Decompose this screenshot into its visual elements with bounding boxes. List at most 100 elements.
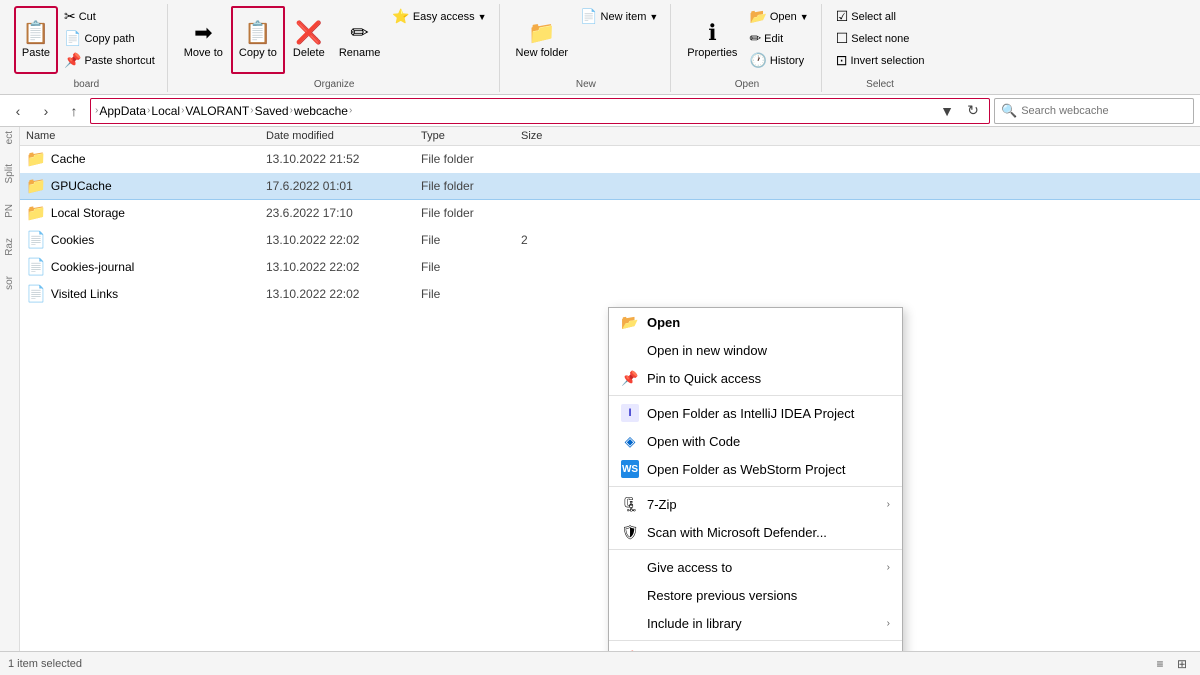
ctx-include-library[interactable]: Include in library › [609,609,902,637]
address-bar-area: ‹ › ↑ › AppData › Local › VALORANT › Sav… [0,95,1200,127]
new-folder-button[interactable]: 📁 New folder [510,6,575,74]
easy-access-button[interactable]: ⭐ Easy access ▼ [388,6,490,27]
address-part-local: Local [151,104,180,118]
ribbon: 📋 Paste ✂ Cut 📄 Copy path 📌 Paste shortc… [0,0,1200,95]
ctx-pin-icon: 📌 [621,369,639,387]
file-icon: 📄 [26,284,46,304]
paste-button[interactable]: 📋 Paste [14,6,58,74]
file-row-gpucache[interactable]: 📁 GPUCache 17.6.2022 01:01 File folder [20,173,1200,200]
folder-icon: 📁 [26,203,46,223]
file-row-visited-links[interactable]: 📄 Visited Links 13.10.2022 22:02 File [20,281,1200,308]
copy-path-icon: 📄 [64,30,81,47]
new-group: 📁 New folder 📄 New item ▼ New [502,4,672,92]
address-part-webcache: webcache [294,104,348,118]
new-item-button[interactable]: 📄 New item ▼ [576,6,662,27]
copy-path-button[interactable]: 📄 Copy path [60,28,159,49]
search-input[interactable] [1021,105,1187,117]
file-icon: 📄 [26,230,46,250]
file-icon: 📄 [26,257,46,277]
large-icons-view-button[interactable]: ⊞ [1172,654,1192,674]
copy-to-icon: 📋 [244,22,271,44]
ctx-intellij-icon: I [621,404,639,422]
address-part-valorant: VALORANT [185,104,249,118]
ctx-webstorm[interactable]: WS Open Folder as WebStorm Project [609,455,902,483]
history-button[interactable]: 🕐 History [745,50,812,71]
col-header-type[interactable]: Type [421,130,521,142]
sidebar-label-sor: sor [4,276,15,290]
organize-label: Organize [170,79,499,90]
invert-selection-button[interactable]: ⊡ Invert selection [832,50,929,71]
ctx-pin-start[interactable]: 📌 Pin to Start [609,644,902,651]
select-all-button[interactable]: ☑ Select all [832,6,929,27]
sidebar-label-ect: ect [4,131,15,144]
ctx-give-access-icon [621,558,639,576]
edit-icon: ✏ [749,30,761,47]
ctx-open[interactable]: 📂 Open [609,308,902,336]
col-header-name[interactable]: Name [26,130,266,142]
sidebar-label-raz: Raz [4,238,15,256]
address-bar[interactable]: › AppData › Local › VALORANT › Saved › w… [90,98,990,124]
new-label: New [502,79,671,90]
col-header-date[interactable]: Date modified [266,130,421,142]
copy-to-button[interactable]: 📋 Copy to [231,6,285,74]
properties-button[interactable]: ℹ Properties [681,6,743,74]
ctx-pin-start-icon: 📌 [621,649,639,651]
open-label: Open [673,79,820,90]
ctx-webstorm-icon: WS [621,460,639,478]
delete-button[interactable]: ❌ Delete [287,6,331,74]
ctx-7zip-arrow: › [887,499,890,510]
properties-icon: ℹ [708,22,716,44]
address-parts: › AppData › Local › VALORANT › Saved › w… [95,104,933,118]
cut-button[interactable]: ✂ Cut [60,6,159,27]
address-refresh-button[interactable]: ↻ [961,99,985,123]
ctx-7zip[interactable]: 🗜 7-Zip › [609,490,902,518]
address-chevron: › [95,105,98,116]
select-none-button[interactable]: ☐ Select none [832,28,929,49]
ctx-sep-4 [609,640,902,641]
ctx-intellij[interactable]: I Open Folder as IntelliJ IDEA Project [609,399,902,427]
ctx-sep-2 [609,486,902,487]
nav-up-button[interactable]: ↑ [62,99,86,123]
sidebar-label-split: Split [4,164,15,183]
address-part-appdata: AppData [99,104,146,118]
new-folder-icon: 📁 [528,22,555,44]
folder-icon: 📁 [26,176,46,196]
sidebar: ect Split PN Raz sor [0,127,20,651]
clipboard-group: 📋 Paste ✂ Cut 📄 Copy path 📌 Paste shortc… [6,4,168,92]
file-row-cookies-journal[interactable]: 📄 Cookies-journal 13.10.2022 22:02 File [20,254,1200,281]
search-icon: 🔍 [1001,103,1017,119]
ctx-give-access-arrow: › [887,562,890,573]
move-to-icon: ➡ [194,22,212,44]
details-view-button[interactable]: ≡ [1150,654,1170,674]
ctx-vscode-icon: ◈ [621,432,639,450]
nav-forward-button[interactable]: › [34,99,58,123]
ctx-give-access[interactable]: Give access to › [609,553,902,581]
cut-icon: ✂ [64,8,76,25]
paste-shortcut-button[interactable]: 📌 Paste shortcut [60,50,159,71]
open-button[interactable]: 📂 Open ▼ [745,6,812,27]
paste-icon: 📋 [22,22,49,44]
nav-back-button[interactable]: ‹ [6,99,30,123]
ctx-open-new-window[interactable]: Open in new window [609,336,902,364]
ctx-library-arrow: › [887,618,890,629]
ctx-sep-3 [609,549,902,550]
select-label: Select [824,79,937,90]
ctx-defender[interactable]: 🛡 Scan with Microsoft Defender... [609,518,902,546]
col-header-size[interactable]: Size [521,130,601,142]
select-all-icon: ☑ [836,8,849,25]
edit-button[interactable]: ✏ Edit [745,28,812,49]
status-bar: 1 item selected ≡ ⊞ [0,651,1200,675]
file-row-cache[interactable]: 📁 Cache 13.10.2022 21:52 File folder [20,146,1200,173]
address-dropdown-button[interactable]: ▼ [935,99,959,123]
delete-icon: ❌ [295,22,322,44]
move-to-button[interactable]: ➡ Move to [178,6,229,74]
ctx-vscode[interactable]: ◈ Open with Code [609,427,902,455]
file-row-cookies[interactable]: 📄 Cookies 13.10.2022 22:02 File 2 [20,227,1200,254]
ctx-pin-quick-access[interactable]: 📌 Pin to Quick access [609,364,902,392]
search-box[interactable]: 🔍 [994,98,1194,124]
rename-button[interactable]: ✏ Rename [333,6,387,74]
ctx-restore-versions[interactable]: Restore previous versions [609,581,902,609]
file-list-area: Name Date modified Type Size 📁 Cache 13.… [20,127,1200,651]
organize-buttons: ➡ Move to 📋 Copy to ❌ Delete ✏ Rename ⭐ … [178,6,491,90]
file-row-local-storage[interactable]: 📁 Local Storage 23.6.2022 17:10 File fol… [20,200,1200,227]
